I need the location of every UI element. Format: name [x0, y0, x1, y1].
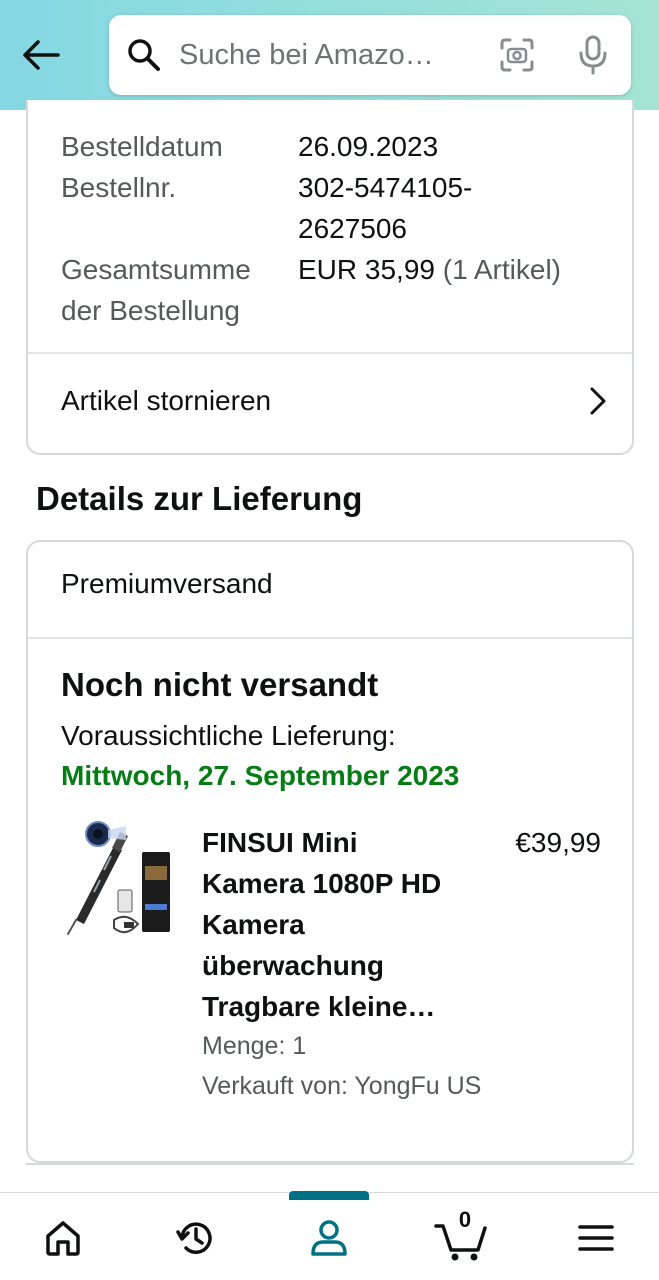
cart-count-badge: 0: [458, 1207, 472, 1232]
product-title-line: FINSUI Mini: [202, 827, 358, 858]
divider: [28, 637, 632, 639]
shipment-status: Noch nicht versandt: [61, 666, 379, 703]
home-icon: [46, 1221, 80, 1256]
order-total-value: EUR 35,99 (1 Artikel): [298, 249, 621, 331]
order-total-amount: EUR 35,99: [298, 254, 435, 285]
product-image[interactable]: [64, 820, 176, 940]
product-title-line: Kamera 1080P HD: [202, 868, 442, 899]
history-icon: [176, 1222, 212, 1254]
order-total-label-line1: Gesamtsumme: [61, 254, 251, 285]
search-input[interactable]: Suche bei Amazo…: [179, 39, 471, 72]
order-total-row: Gesamtsumme der Bestellung EUR 35,99 (1 …: [61, 249, 621, 331]
menu-icon: [578, 1225, 614, 1251]
order-number-label: Bestellnr.: [61, 172, 177, 203]
product-title-line: Kamera: [202, 909, 305, 940]
nav-cart[interactable]: 0: [432, 1207, 492, 1263]
microphone-icon[interactable]: [573, 35, 613, 75]
order-number-row: Bestellnr. 302-5474105- 2627506: [61, 167, 621, 249]
camera-scan-icon[interactable]: [497, 35, 537, 75]
order-total-label-line2: der Bestellung: [61, 295, 241, 326]
product-title-link[interactable]: FINSUI Mini Kamera 1080P HD Kamera überw…: [202, 822, 492, 1027]
delivery-card: Premiumversand Noch nicht versandt Vorau…: [26, 540, 634, 1163]
order-number-line1: 302-5474105-: [298, 172, 473, 203]
order-date-value: 26.09.2023: [298, 131, 439, 162]
search-bar[interactable]: Suche bei Amazo…: [109, 15, 631, 95]
active-tab-indicator: [289, 1191, 369, 1200]
divider: [28, 352, 632, 354]
bottom-navigation: 0: [0, 1191, 659, 1280]
nav-account[interactable]: [299, 1213, 359, 1263]
search-icon[interactable]: [127, 38, 161, 72]
estimated-delivery-label: Voraussichtliche Lieferung:: [61, 720, 396, 751]
product-title-line: überwachung: [202, 950, 385, 981]
nav-history[interactable]: [166, 1213, 226, 1263]
next-card-edge: [26, 1163, 634, 1165]
order-total-items: (1 Artikel): [442, 254, 561, 285]
order-info: Bestelldatum 26.09.2023 Bestellnr. 302-5…: [61, 126, 621, 331]
order-summary-card: Bestelldatum 26.09.2023 Bestellnr. 302-5…: [26, 100, 634, 455]
shipping-type: Premiumversand: [61, 568, 273, 599]
product-quantity: Menge: 1: [202, 1032, 307, 1060]
product-price: €39,99: [515, 827, 601, 858]
top-header: Suche bei Amazo…: [0, 0, 659, 110]
cancel-items-label: Artikel stornieren: [61, 385, 272, 416]
order-number-value: 302-5474105- 2627506: [298, 167, 621, 249]
nav-menu[interactable]: [566, 1213, 626, 1263]
account-icon: [311, 1220, 347, 1256]
back-button[interactable]: [18, 32, 64, 78]
chevron-right-icon: [590, 387, 606, 415]
order-number-line2: 2627506: [298, 213, 408, 244]
order-total-label: Gesamtsumme der Bestellung: [61, 249, 298, 331]
delivery-section-title: Details zur Lieferung: [36, 480, 363, 517]
nav-home[interactable]: [33, 1213, 93, 1263]
order-date-label: Bestelldatum: [61, 131, 223, 162]
order-date-row: Bestelldatum 26.09.2023: [61, 126, 621, 167]
product-seller: Verkauft von: YongFu US: [202, 1072, 482, 1100]
cancel-items-row[interactable]: Artikel stornieren: [61, 378, 608, 424]
product-title-line: Tragbare kleine…: [202, 991, 436, 1022]
back-arrow-icon: [23, 40, 60, 70]
estimated-delivery-date: Mittwoch, 27. September 2023: [61, 760, 460, 791]
